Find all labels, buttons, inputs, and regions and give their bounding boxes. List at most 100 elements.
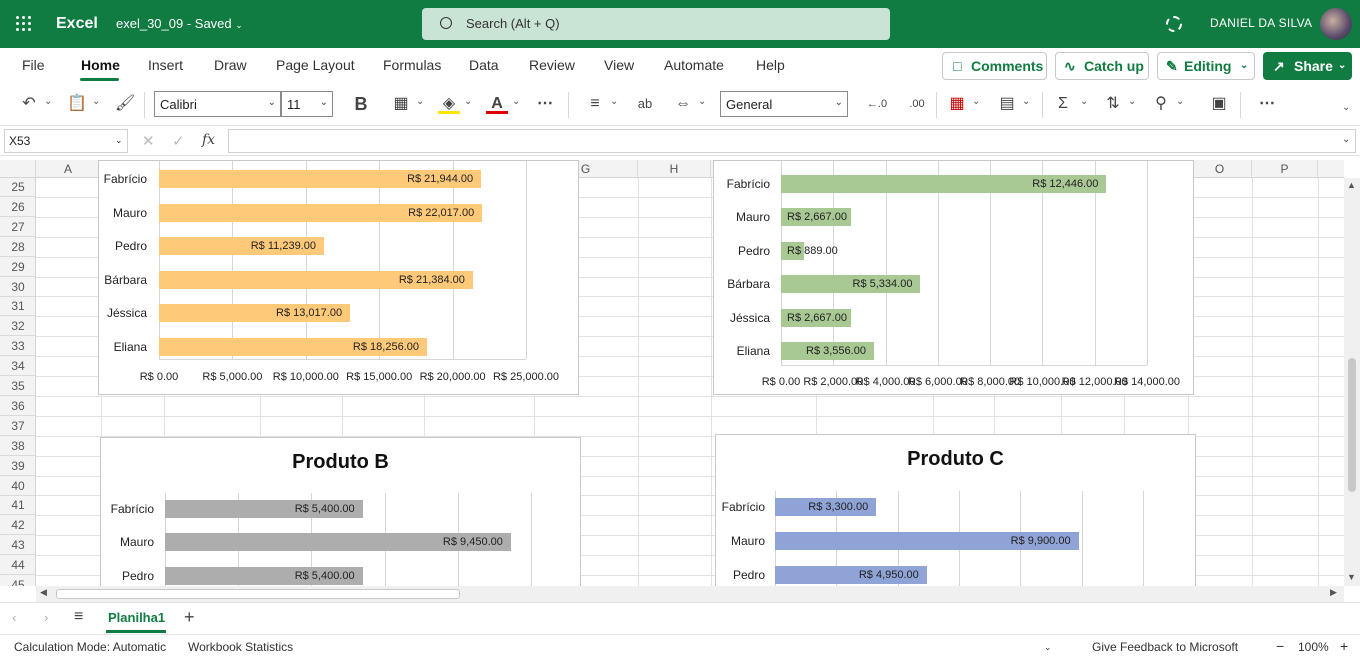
format-as-table-icon[interactable]: ▤ [996,94,1018,114]
tab-view[interactable]: View [604,57,634,73]
avatar[interactable] [1320,8,1352,40]
chevron-down-icon[interactable]: ⌄ [44,96,52,107]
paste-icon[interactable]: 📋 [66,94,88,114]
wrap-text-icon[interactable]: ab [634,94,656,114]
collapse-ribbon-icon[interactable]: ⌄ [1342,102,1350,113]
comments-button[interactable]: □ Comments [942,52,1047,80]
catch-up-button[interactable]: ∿ Catch up [1055,52,1149,80]
all-sheets-icon[interactable]: ≡ [74,608,83,626]
chevron-down-icon[interactable]: ⌄ [464,96,472,107]
more-commands-icon[interactable]: ⋯ [1256,94,1278,114]
app-name[interactable]: Excel [56,15,98,33]
scroll-up-icon[interactable]: ▲ [1347,180,1356,190]
workbook-statistics[interactable]: Workbook Statistics [188,640,293,654]
autosum-icon[interactable]: Σ [1052,94,1074,114]
app-launcher-icon[interactable] [16,16,32,32]
row-header[interactable]: 36 [0,397,35,416]
chart-produto-c[interactable]: Produto C Fabrício R$ 3,300.00 Mauro R$ 9,90… [715,434,1196,607]
user-name[interactable]: DANIEL DA SILVA [1210,16,1312,30]
editing-mode-button[interactable]: ✎ Editing ⌄ [1157,52,1255,80]
settings-gear-icon[interactable] [1166,16,1182,32]
chevron-down-icon[interactable]: ⌄ [1176,96,1184,107]
name-box[interactable]: X53 ⌄ [4,129,128,153]
row-header[interactable]: 35 [0,377,35,396]
tab-draw[interactable]: Draw [214,57,247,73]
tab-insert[interactable]: Insert [148,57,183,73]
row-header[interactable]: 45 [0,576,35,586]
row-header[interactable]: 44 [0,556,35,576]
chevron-down-icon[interactable]: ⌄ [1128,96,1136,107]
number-format-select[interactable]: General ⌄ [720,91,848,117]
vertical-scrollbar[interactable]: ▲ ▼ [1344,178,1360,586]
row-header[interactable]: 30 [0,278,35,297]
chevron-down-icon[interactable]: ⌄ [416,96,424,107]
horizontal-scrollbar[interactable]: ◀ ▶ [36,586,1344,602]
decrease-decimal-icon[interactable]: .00 [906,94,928,114]
add-sheet-icon[interactable]: + [184,607,195,628]
more-options-icon[interactable]: ⋯ [534,94,556,114]
tab-home[interactable]: Home [81,57,120,73]
row-header[interactable]: 38 [0,437,35,456]
select-all-corner[interactable] [0,160,36,178]
tab-page-layout[interactable]: Page Layout [276,57,355,73]
horizontal-scroll-thumb[interactable] [56,589,460,599]
row-header[interactable]: 41 [0,496,35,516]
row-header[interactable]: 31 [0,297,35,317]
chart-produto-a[interactable]: Fabrício R$ 21,944.00 Mauro R$ 22,017.00 Ped… [98,160,579,395]
font-color-icon[interactable]: A [486,94,508,114]
tab-data[interactable]: Data [469,57,499,73]
row-header[interactable]: 29 [0,258,35,277]
row-header[interactable]: 42 [0,516,35,536]
formula-input[interactable] [228,129,1356,153]
row-header[interactable]: 33 [0,337,35,357]
insert-function-icon[interactable]: fx [202,132,215,148]
row-header[interactable]: 34 [0,357,35,377]
font-name-select[interactable]: Calibri ⌄ [154,91,281,117]
share-button[interactable]: ↗ Share ⌄ [1263,52,1352,80]
confirm-icon[interactable]: ✓ [172,132,185,150]
row-header[interactable]: 26 [0,198,35,217]
zoom-out-icon[interactable]: − [1276,638,1284,654]
chart-produto-b[interactable]: Produto B Fabrício R$ 5,400.00 Mauro R$ 9,45… [100,437,581,607]
tab-file[interactable]: File [22,57,45,73]
column-header[interactable]: H [638,160,711,178]
chevron-down-icon[interactable]: ⌄ [92,96,100,107]
row-header[interactable]: 43 [0,536,35,556]
next-sheet-icon[interactable]: › [44,610,48,625]
cancel-icon[interactable]: ✕ [142,132,155,150]
fill-color-icon[interactable]: ◈ [438,94,460,114]
tab-formulas[interactable]: Formulas [383,57,441,73]
chart-produto-d[interactable]: Fabrício R$ 12,446.00 Mauro R$ 2,667.00 Pedr… [713,160,1194,395]
zoom-level[interactable]: 100% [1298,640,1329,654]
tab-automate[interactable]: Automate [664,57,724,73]
row-header[interactable]: 40 [0,477,35,496]
row-header[interactable]: 37 [0,417,35,436]
chevron-down-icon[interactable]: ⌄ [610,96,618,107]
sort-filter-icon[interactable]: ⇅ [1102,94,1124,114]
document-title[interactable]: exel_30_09 - Saved ⌄ [116,16,243,31]
tab-review[interactable]: Review [529,57,575,73]
format-painter-icon[interactable]: 🖌 [114,94,136,114]
row-header[interactable]: 27 [0,218,35,237]
column-header[interactable]: P [1252,160,1318,178]
search-input[interactable]: Search (Alt + Q) [422,8,890,40]
row-header[interactable]: 39 [0,457,35,476]
borders-icon[interactable]: ▦ [390,94,412,114]
chevron-down-icon[interactable]: ⌄ [512,96,520,107]
vertical-scroll-thumb[interactable] [1348,358,1356,492]
chevron-down-icon[interactable]: ⌄ [972,96,980,107]
column-header[interactable]: O [1188,160,1252,178]
chevron-down-icon[interactable]: ⌄ [1080,96,1088,107]
feedback-link[interactable]: Give Feedback to Microsoft [1092,640,1238,654]
chevron-down-icon[interactable]: ⌄ [1342,134,1350,145]
increase-decimal-icon[interactable]: ←.0 [866,94,888,114]
chevron-down-icon[interactable]: ⌄ [698,96,706,107]
row-header[interactable]: 28 [0,238,35,257]
align-icon[interactable]: ≡ [584,94,606,114]
font-size-select[interactable]: 11 ⌄ [281,91,333,117]
prev-sheet-icon[interactable]: ‹ [12,610,16,625]
scroll-right-icon[interactable]: ▶ [1330,587,1337,598]
undo-icon[interactable]: ↶ [18,94,40,114]
zoom-in-icon[interactable]: + [1340,638,1348,654]
calculation-mode[interactable]: Calculation Mode: Automatic [14,640,166,654]
